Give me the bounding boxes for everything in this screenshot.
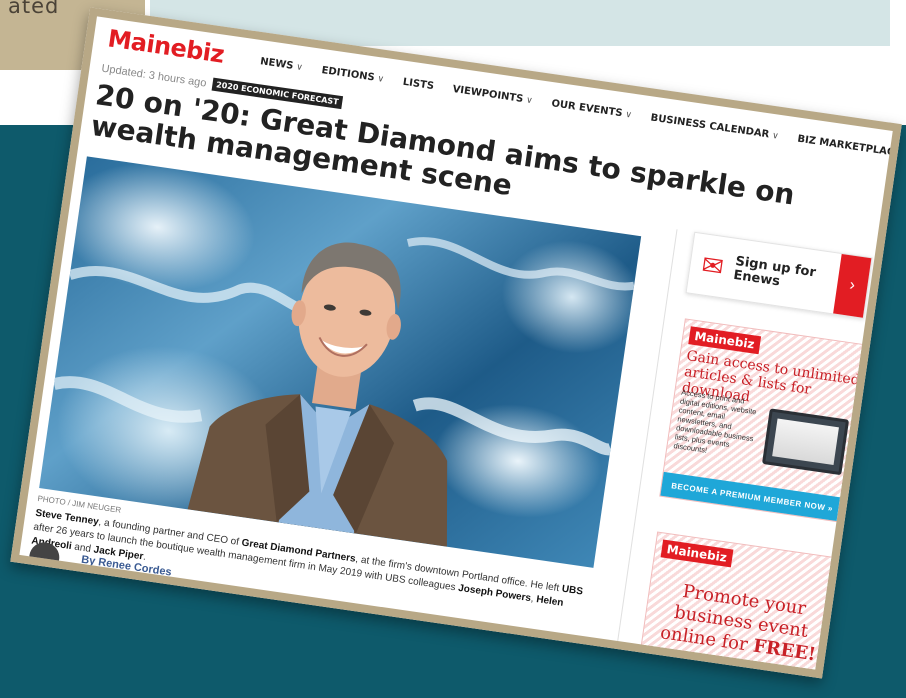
become-member-button[interactable]: BECOME A PREMIUM MEMBER NOW » xyxy=(660,471,844,522)
nav-item-lists[interactable]: LISTS xyxy=(402,77,435,92)
slide-corner-text: ated xyxy=(8,0,60,18)
website-screenshot: Mainebiz NEWS ∨ EDITIONS ∨ LISTS VIEWPOINTS ∨ O… xyxy=(10,7,902,679)
nav-item-editions[interactable]: EDITIONS ∨ xyxy=(321,65,385,85)
nav-item-label: BUSINESS CALENDAR xyxy=(649,112,770,141)
caption-company-name: UBS xyxy=(561,583,584,598)
nav-item-business-calendar[interactable]: BUSINESS CALENDAR ∨ xyxy=(650,112,780,141)
nav-item-biz-marketplace[interactable]: BIZ MARKETPLACE∨ xyxy=(797,134,902,161)
caption-text: . xyxy=(142,551,147,563)
enews-label: Sign up for Enews xyxy=(732,254,839,298)
ad-title: Promote your business event online for F… xyxy=(652,578,830,668)
laptop-image xyxy=(761,408,850,476)
ad-body: Access to print and digital editions, we… xyxy=(673,387,758,455)
site-logo[interactable]: Mainebiz xyxy=(106,24,226,68)
nav-item-label: BIZ MARKETPLACE xyxy=(796,133,902,160)
ad-title-emphasis: FREE! xyxy=(751,635,818,666)
article-photo xyxy=(39,156,642,568)
envelope-icon: ✉ xyxy=(699,248,726,282)
chevron-down-icon: ∨ xyxy=(376,73,385,85)
chevron-down-icon: ∨ xyxy=(771,130,780,142)
nav-item-label: LISTS xyxy=(402,76,435,93)
chevron-down-icon: ∨ xyxy=(295,61,304,73)
nav-item-label: VIEWPOINTS xyxy=(451,83,524,105)
nav-item-viewpoints[interactable]: VIEWPOINTS ∨ xyxy=(452,84,534,106)
chevron-down-icon: ∨ xyxy=(624,109,633,121)
premium-membership-ad[interactable]: Mainebiz Gain access to unlimited articl… xyxy=(659,318,868,523)
nav-item-news[interactable]: NEWS ∨ xyxy=(259,56,303,73)
nav-item-our-events[interactable]: OUR EVENTS ∨ xyxy=(551,98,633,120)
portrait-illustration xyxy=(52,237,635,547)
ad-logo: Mainebiz xyxy=(660,539,733,568)
chevron-down-icon: ∨ xyxy=(525,94,534,106)
chevron-right-icon[interactable]: › xyxy=(833,254,872,318)
nav-item-label: OUR EVENTS xyxy=(550,98,624,120)
nav-item-label: NEWS xyxy=(259,56,295,72)
nav-item-label: EDITIONS xyxy=(320,65,376,84)
